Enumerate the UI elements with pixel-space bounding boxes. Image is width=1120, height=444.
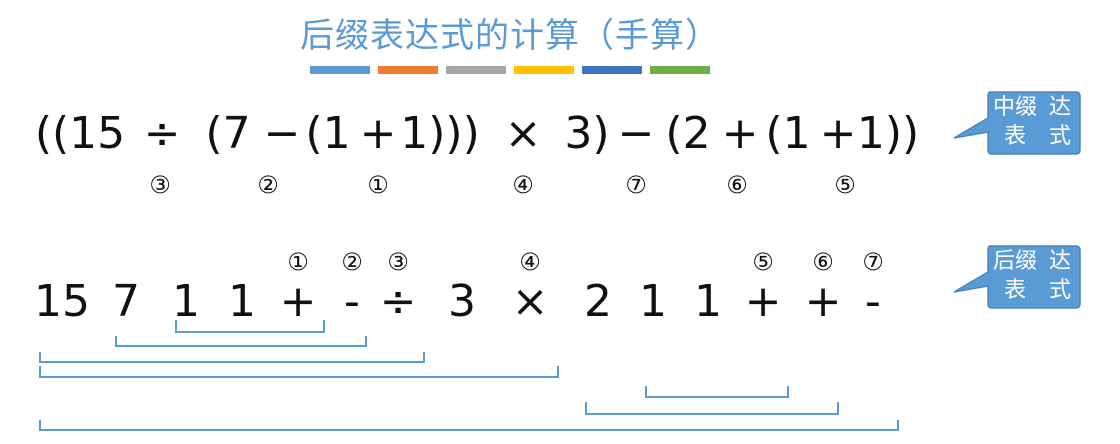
bracket-final-minus bbox=[39, 420, 899, 431]
bracket-7-minus bbox=[115, 336, 367, 347]
bracket-15-divide bbox=[39, 352, 425, 363]
operand-brackets bbox=[39, 320, 899, 431]
bracket-1-plus-1 bbox=[175, 320, 325, 333]
bracket-1-plus-1-right bbox=[645, 386, 789, 398]
bracket-times-3 bbox=[39, 366, 559, 378]
bracket-2-plus bbox=[585, 402, 839, 415]
